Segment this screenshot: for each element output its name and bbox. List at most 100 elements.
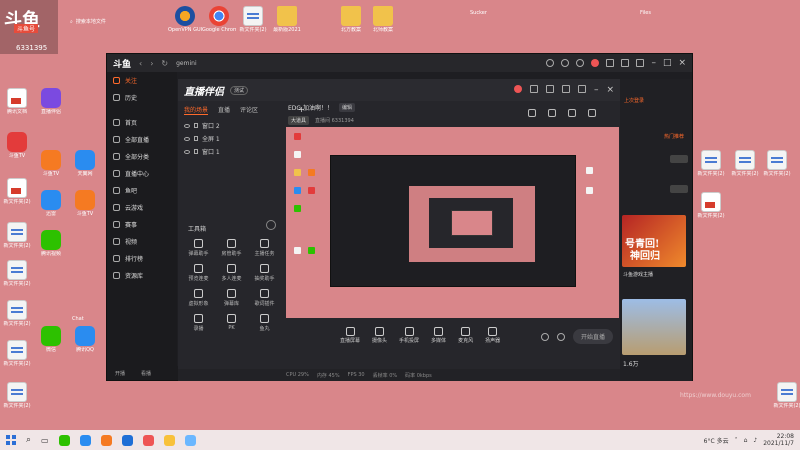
- tool-fishball[interactable]: 鱼丸: [248, 314, 281, 332]
- desktop-icon-qq[interactable]: 腾讯QQ: [68, 326, 102, 354]
- layout-icon[interactable]: [568, 109, 576, 117]
- scene-item[interactable]: 窗口 2: [184, 119, 276, 132]
- chevron-up-icon[interactable]: ˄: [735, 437, 738, 444]
- taskbar-app-qq[interactable]: [79, 434, 91, 446]
- close-icon[interactable]: ×: [606, 85, 614, 95]
- desktop-icon-r1[interactable]: 新文件夹(2): [694, 150, 728, 178]
- start-live-button[interactable]: 开始直播: [572, 329, 613, 344]
- maximize-icon[interactable]: □: [663, 58, 672, 68]
- tool-danmaku-lib[interactable]: 弹幕库: [215, 289, 248, 307]
- taskbar-app-chrome[interactable]: [184, 434, 196, 446]
- forward-icon[interactable]: ›: [150, 59, 153, 68]
- minimize-icon[interactable]: –: [651, 58, 656, 68]
- close-icon[interactable]: ×: [678, 58, 686, 68]
- tool-lottery[interactable]: 抽奖助手: [248, 264, 281, 282]
- tab-live[interactable]: 直播: [218, 105, 230, 115]
- refresh-icon[interactable]: ↻: [161, 59, 168, 68]
- taskbar-app-streamer[interactable]: [142, 434, 154, 446]
- live-preview[interactable]: [286, 127, 619, 318]
- taskbar-app-folder[interactable]: [163, 434, 175, 446]
- lock-icon[interactable]: [194, 136, 198, 141]
- sidebar-item-cloud-game[interactable]: 云游戏: [107, 199, 177, 216]
- lock-icon[interactable]: [194, 123, 198, 128]
- heart-icon[interactable]: [561, 59, 570, 67]
- desktop-icon-doc-6[interactable]: 新文件夹(2): [0, 382, 34, 410]
- eye-icon[interactable]: [184, 136, 190, 141]
- sidebar-item-home[interactable]: 首页: [107, 114, 177, 131]
- eye-icon[interactable]: [540, 332, 549, 341]
- settings-icon[interactable]: [556, 332, 565, 341]
- tool-room-admin[interactable]: 房管助手: [215, 239, 248, 257]
- desktop-icon-pdf-2[interactable]: 新文件夹(2): [0, 178, 34, 206]
- search-icon[interactable]: ⌕: [26, 435, 31, 445]
- gift-icon[interactable]: [548, 109, 556, 117]
- desktop-icon-r2[interactable]: 新文件夹(2): [728, 150, 762, 178]
- follow-button[interactable]: [670, 155, 688, 163]
- tool-record[interactable]: 录播: [182, 314, 215, 332]
- taskbar-app-wechat[interactable]: [58, 434, 70, 446]
- desktop-icon-doc-4[interactable]: 新文件夹(2): [0, 300, 34, 328]
- settings-icon[interactable]: [577, 85, 586, 93]
- desktop-icon-wechat[interactable]: 微信: [34, 326, 68, 354]
- gift-icon[interactable]: [545, 85, 554, 93]
- volume-icon[interactable]: ♪: [753, 437, 757, 444]
- douyu-logo[interactable]: 斗鱼: [113, 57, 131, 70]
- tab-scenes[interactable]: 我的场景: [184, 105, 209, 115]
- follow-button[interactable]: [670, 185, 688, 193]
- desktop-icon-folder-2021[interactable]: 最新版2021: [270, 6, 304, 34]
- desktop-icon-r5[interactable]: 新文件夹(2): [770, 382, 800, 410]
- desktop-icon-doc-5[interactable]: 新文件夹(2): [0, 340, 34, 368]
- desktop-icon-orange[interactable]: 斗鱼TV: [68, 190, 102, 218]
- weather-text[interactable]: 6°C 多云: [704, 436, 729, 445]
- tool-avatar[interactable]: 虚拟形象: [182, 289, 215, 307]
- network-icon[interactable]: ⌂: [744, 437, 748, 444]
- desktop-icon-doc[interactable]: 新文件夹(2): [236, 6, 270, 34]
- desktop-icon-doc-3[interactable]: 新文件夹(2): [0, 260, 34, 288]
- source-speaker[interactable]: 扬声器: [485, 326, 500, 344]
- settings-icon[interactable]: [576, 59, 585, 67]
- tool-preview-link[interactable]: 预览连麦: [182, 264, 215, 282]
- desktop-icon-tencent-video[interactable]: 腾讯视频: [34, 230, 68, 258]
- gift-icon[interactable]: [606, 59, 615, 67]
- scene-item[interactable]: 窗口 1: [184, 145, 276, 158]
- history-icon[interactable]: [546, 59, 555, 67]
- source-mic[interactable]: 麦克风: [458, 326, 473, 344]
- desktop-icon-openvpn[interactable]: OpenVPN GUI: [168, 6, 202, 34]
- tool-pk[interactable]: PK: [215, 314, 248, 332]
- menu-icon[interactable]: [636, 59, 645, 67]
- sidebar-item-resources[interactable]: 资源库: [107, 267, 177, 284]
- sidebar-item-video[interactable]: 视频: [107, 233, 177, 250]
- stream-card[interactable]: 号青回! 神回归: [622, 215, 686, 267]
- desktop-icon-chrome[interactable]: Google Chrome: [202, 6, 236, 34]
- minimize-icon[interactable]: –: [594, 85, 599, 95]
- mail-icon[interactable]: [561, 85, 570, 93]
- more-tools-icon[interactable]: [266, 220, 276, 230]
- desktop-icon-r4[interactable]: 新文件夹(2): [694, 192, 728, 220]
- desktop-icon-xunlei[interactable]: 迅雷: [34, 190, 68, 218]
- sidebar-item-ranking[interactable]: 排行榜: [107, 250, 177, 267]
- category-badge[interactable]: 大道具: [288, 116, 310, 125]
- sidebar-item-categories[interactable]: 全部分类: [107, 148, 177, 165]
- desktop-icon-folder-b[interactable]: 北师教案: [366, 6, 400, 34]
- windows-start-icon[interactable]: [6, 435, 16, 445]
- eye-icon[interactable]: [184, 149, 190, 154]
- edit-title-button[interactable]: 编辑: [338, 103, 355, 112]
- source-media[interactable]: 多媒体: [431, 326, 446, 344]
- source-screen[interactable]: 直播屏幕: [340, 326, 360, 344]
- screen-icon[interactable]: [529, 85, 538, 93]
- desktop-icon-heart[interactable]: 斗鱼TV: [0, 132, 34, 160]
- tool-multi-link[interactable]: 多人连麦: [215, 264, 248, 282]
- taskbar-app-douyu[interactable]: [100, 434, 112, 446]
- desktop-icon-pdf[interactable]: 腾讯文档: [0, 88, 34, 116]
- desktop-icon-streamer[interactable]: 直播伴侣: [34, 88, 68, 116]
- taskbar-app-explorer[interactable]: [121, 434, 133, 446]
- tool-tasks[interactable]: 主播任务: [248, 239, 281, 257]
- sidebar-item-live-center[interactable]: 直播中心: [107, 165, 177, 182]
- avatar[interactable]: [591, 59, 600, 67]
- sidebar-item-all-live[interactable]: 全部直播: [107, 131, 177, 148]
- scene-item[interactable]: 全屏 1: [184, 132, 276, 145]
- tool-lyrics[interactable]: 歌词插件: [248, 289, 281, 307]
- source-phone[interactable]: 手机投屏: [399, 326, 419, 344]
- share-icon[interactable]: [588, 109, 596, 117]
- start-live-link[interactable]: 开播: [115, 370, 125, 377]
